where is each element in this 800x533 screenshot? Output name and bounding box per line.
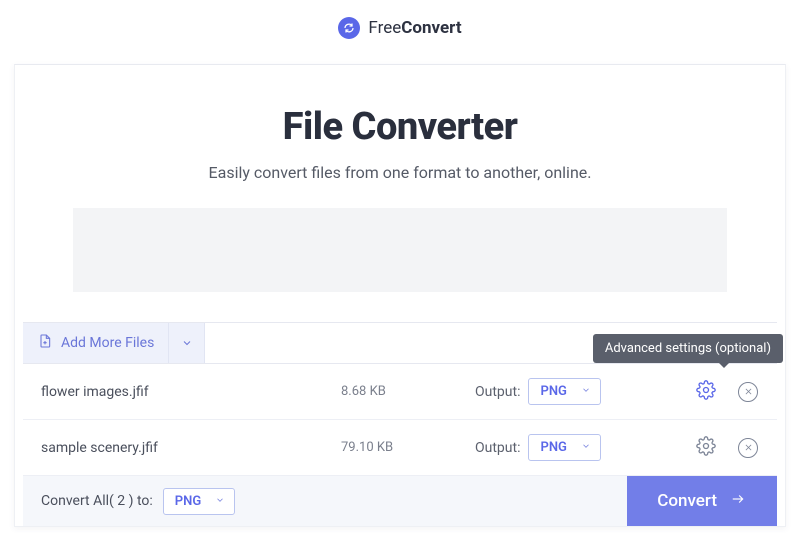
file-size: 79.10 KB	[341, 440, 451, 455]
chevron-down-icon	[215, 494, 225, 509]
close-icon	[738, 382, 758, 402]
output-group: Output: PNG	[475, 434, 601, 461]
format-value: PNG	[175, 494, 201, 509]
add-more-files-button[interactable]: Add More Files	[23, 323, 169, 363]
chevron-down-icon	[181, 334, 193, 353]
top-bar: FreeConvert	[0, 0, 800, 56]
logo[interactable]: FreeConvert	[338, 17, 461, 39]
remove-file-button[interactable]	[737, 381, 759, 403]
format-value: PNG	[540, 440, 566, 455]
logo-text: FreeConvert	[368, 18, 461, 38]
convert-all-group: Convert All( 2 ) to: PNG	[23, 476, 235, 526]
file-row: sample scenery.jfif 79.10 KB Output: PNG	[23, 420, 777, 476]
convert-button[interactable]: Convert	[627, 476, 777, 526]
output-group: Output: PNG	[475, 378, 601, 405]
file-size: 8.68 KB	[341, 384, 451, 399]
add-more-dropdown-button[interactable]	[169, 323, 205, 363]
ad-placeholder	[73, 208, 727, 292]
arrow-right-icon	[729, 491, 747, 511]
file-plus-icon	[37, 333, 53, 353]
format-select[interactable]: PNG	[528, 434, 600, 461]
convert-all-format-select[interactable]: PNG	[163, 488, 235, 515]
tooltip-advanced-settings: Advanced settings (optional)	[593, 334, 783, 363]
convert-all-label: Convert All( 2 ) to:	[41, 493, 153, 509]
footer-bar: Convert All( 2 ) to: PNG Convert	[23, 476, 777, 526]
gear-icon	[696, 436, 716, 460]
advanced-settings-button[interactable]	[695, 381, 717, 403]
close-icon	[738, 438, 758, 458]
chevron-down-icon	[581, 440, 591, 455]
file-name: flower images.jfif	[41, 384, 341, 400]
advanced-settings-button[interactable]	[695, 437, 717, 459]
convert-button-label: Convert	[657, 491, 717, 511]
main-panel: File Converter Easily convert files from…	[14, 64, 786, 527]
output-label: Output:	[475, 384, 520, 400]
format-value: PNG	[540, 384, 566, 399]
add-more-files-label: Add More Files	[61, 335, 154, 351]
refresh-icon	[338, 17, 360, 39]
file-name: sample scenery.jfif	[41, 440, 341, 456]
format-select[interactable]: PNG	[528, 378, 600, 405]
chevron-down-icon	[581, 384, 591, 399]
gear-icon	[696, 380, 716, 404]
file-row: Advanced settings (optional) flower imag…	[23, 364, 777, 420]
output-label: Output:	[475, 440, 520, 456]
remove-file-button[interactable]	[737, 437, 759, 459]
page-subtitle: Easily convert files from one format to …	[15, 163, 785, 182]
page-title: File Converter	[15, 105, 785, 149]
